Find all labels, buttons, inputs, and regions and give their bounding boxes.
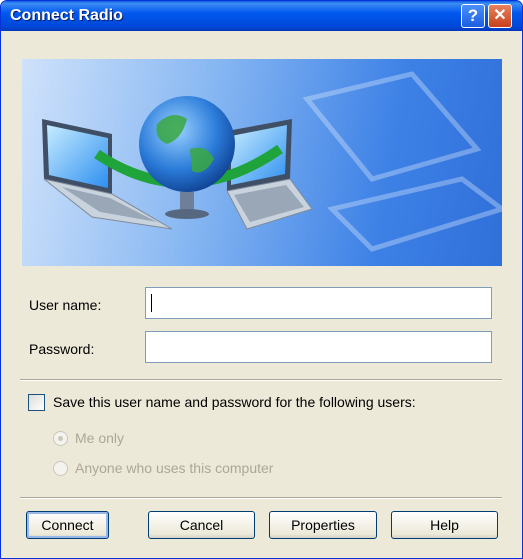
save-credentials-label[interactable]: Save this user name and password for the…	[53, 394, 416, 410]
close-icon: ✕	[493, 7, 507, 24]
radio-selected-dot	[58, 436, 63, 441]
radio-anyone[interactable]	[53, 461, 68, 476]
radio-me-only-label[interactable]: Me only	[75, 430, 124, 446]
password-input[interactable]	[145, 331, 492, 363]
connect-dialog: Connect Radio ? ✕ User name: Password: S…	[0, 0, 523, 559]
cancel-button[interactable]: Cancel	[148, 511, 255, 539]
properties-button[interactable]: Properties	[269, 511, 377, 539]
connect-button[interactable]: Connect	[26, 511, 109, 539]
radio-me-only[interactable]	[53, 431, 68, 446]
title-bar[interactable]: Connect Radio ? ✕	[1, 1, 522, 31]
help-title-button[interactable]: ?	[461, 4, 485, 28]
divider	[20, 497, 502, 499]
window-title: Connect Radio	[10, 7, 123, 24]
password-label: Password:	[29, 341, 95, 357]
globe-icon	[139, 96, 235, 192]
help-button[interactable]: Help	[391, 511, 498, 539]
username-label: User name:	[29, 297, 102, 313]
radio-anyone-label[interactable]: Anyone who uses this computer	[75, 460, 273, 476]
network-banner-image	[22, 59, 502, 266]
save-credentials-checkbox[interactable]	[28, 394, 45, 411]
text-caret	[151, 294, 152, 312]
username-input[interactable]	[145, 287, 492, 319]
divider	[20, 379, 502, 381]
close-button[interactable]: ✕	[488, 4, 512, 28]
question-icon: ?	[467, 6, 479, 25]
